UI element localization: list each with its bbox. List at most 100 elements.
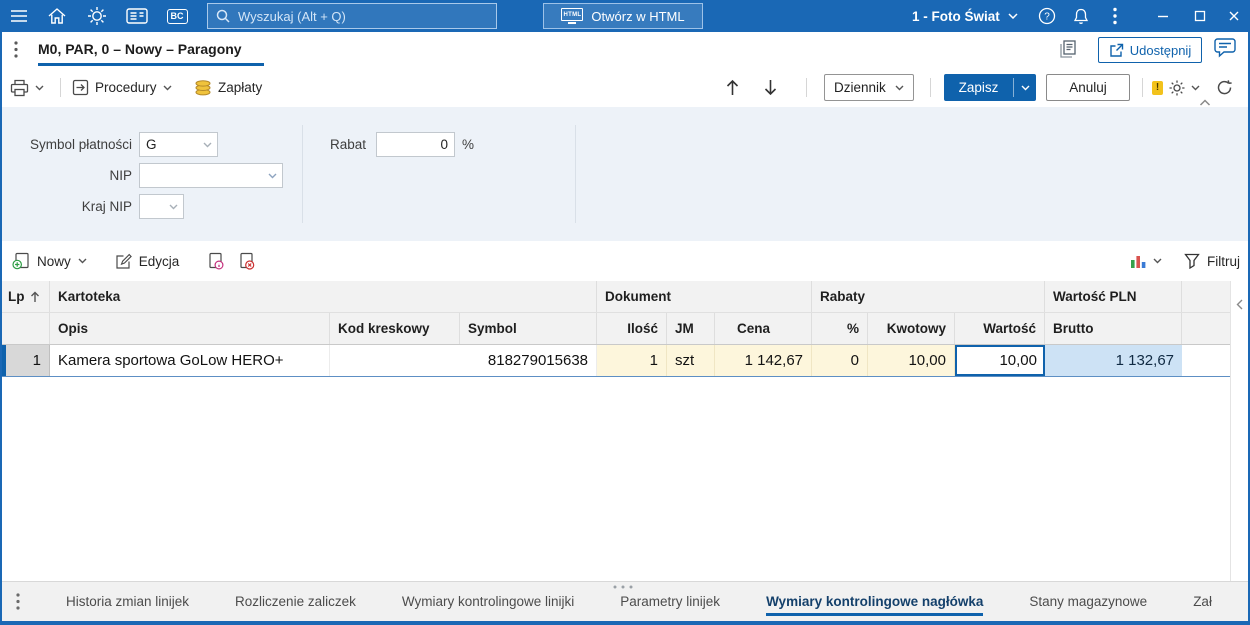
maximize-button[interactable]: [1185, 0, 1215, 32]
column-header-jm[interactable]: JM: [667, 313, 715, 344]
nip-select[interactable]: [139, 163, 283, 188]
document-list-icon: [1060, 40, 1076, 58]
tabbar-menu-button[interactable]: [16, 593, 20, 610]
edit-line-button[interactable]: Edycja: [115, 253, 179, 270]
delete-icon: [240, 252, 255, 270]
cell-cena[interactable]: 1 142,67: [715, 345, 812, 376]
symbol-platnosci-select[interactable]: G: [139, 132, 218, 157]
cell-opis[interactable]: Kamera sportowa GoLow HERO+: [50, 345, 330, 376]
home-button[interactable]: [40, 0, 74, 32]
tab-wymiary-kontrolingowe-linijki[interactable]: Wymiary kontrolingowe linijki: [402, 582, 574, 621]
cell-rabat-kwotowy[interactable]: 10,00: [868, 345, 955, 376]
move-up-button[interactable]: [726, 68, 739, 107]
move-down-button[interactable]: [764, 68, 777, 107]
procedures-menu-button[interactable]: Procedury: [72, 68, 172, 107]
page-header: M0, PAR, 0 – Nowy – Paragony Udostępnij: [2, 32, 1248, 68]
minimize-button[interactable]: [1148, 0, 1178, 32]
print-button[interactable]: [10, 68, 44, 107]
column-header-wartosc[interactable]: Wartość: [955, 313, 1045, 344]
action-toolbar: Procedury Zapłaty Dziennik Zapisz Anuluj…: [2, 68, 1248, 107]
column-group-dokument[interactable]: Dokument: [597, 281, 812, 312]
window-border-left: [0, 32, 2, 625]
search-input[interactable]: [238, 8, 468, 24]
page-menu-button[interactable]: [14, 41, 18, 58]
column-header-procent[interactable]: %: [812, 313, 868, 344]
refresh-button[interactable]: [1216, 68, 1233, 107]
filter-button[interactable]: Filtruj: [1184, 253, 1240, 269]
tab-historia-zmian-linijek[interactable]: Historia zmian linijek: [66, 582, 189, 621]
cell-ilosc[interactable]: 1: [597, 345, 667, 376]
column-header-ilosc[interactable]: Ilość: [597, 313, 667, 344]
group-header-filler: [1182, 281, 1230, 312]
kraj-nip-select[interactable]: [139, 194, 184, 219]
tab-stany-magazynowe[interactable]: Stany magazynowe: [1029, 582, 1147, 621]
form-divider: [575, 125, 576, 223]
warning-badge: !: [1152, 80, 1163, 95]
new-line-button[interactable]: Nowy: [12, 252, 87, 270]
cancel-button[interactable]: Anuluj: [1046, 74, 1130, 101]
form-divider: [302, 125, 303, 223]
close-button[interactable]: [1219, 0, 1249, 32]
save-button[interactable]: Zapisz: [944, 74, 1036, 101]
column-header-brutto[interactable]: Brutto: [1045, 313, 1182, 344]
page-list-button[interactable]: [1058, 40, 1078, 58]
side-pane-splitter[interactable]: [1230, 281, 1248, 581]
tab-parametry-linijek[interactable]: Parametry linijek: [620, 582, 720, 621]
column-header-kwotowy[interactable]: Kwotowy: [868, 313, 955, 344]
journal-select[interactable]: Dziennik: [824, 74, 914, 101]
header-form: Symbol płatności G Rabat % NIP Kraj NIP: [2, 107, 1248, 241]
notifications-button[interactable]: [1064, 0, 1098, 32]
line-card-button[interactable]: [207, 252, 224, 270]
app-window: BC HTML Otwórz w HTML 1 - Foto Świat ?: [0, 0, 1250, 625]
chevron-down-icon: [163, 85, 172, 90]
more-options-button[interactable]: [1098, 0, 1132, 32]
chart-view-button[interactable]: [1130, 253, 1162, 269]
column-group-rabaty[interactable]: Rabaty: [812, 281, 1045, 312]
settings-menu-button[interactable]: !: [1152, 68, 1200, 107]
cell-kod-kreskowy[interactable]: 818279015638: [330, 345, 597, 376]
collapse-header-button[interactable]: [1196, 96, 1214, 108]
column-group-lp[interactable]: Lp: [2, 281, 50, 312]
html-icon: HTML: [561, 8, 584, 24]
chevron-down-icon: [1021, 85, 1029, 90]
company-switcher[interactable]: 1 - Foto Świat: [912, 0, 1018, 32]
tab-rozliczenie-zaliczek[interactable]: Rozliczenie zaliczek: [235, 582, 356, 621]
delete-line-button[interactable]: [238, 252, 255, 270]
cell-wartosc-focused[interactable]: 10,00: [955, 345, 1045, 376]
cell-rabat-procent[interactable]: 0: [812, 345, 868, 376]
table-group-header-row: Lp Kartoteka Dokument Rabaty Wartość PLN: [2, 281, 1230, 313]
share-button[interactable]: Udostępnij: [1098, 37, 1202, 63]
cell-jm[interactable]: szt: [667, 345, 715, 376]
column-header-cena[interactable]: Cena: [715, 313, 812, 344]
tab-zalaczniki[interactable]: Zał: [1193, 582, 1212, 621]
column-group-kartoteka[interactable]: Kartoteka: [50, 281, 597, 312]
save-dropdown-button[interactable]: [1014, 74, 1036, 101]
rabat-input[interactable]: [376, 132, 455, 157]
kraj-nip-label: Kraj NIP: [81, 199, 132, 214]
toolbar-separator: [930, 78, 931, 97]
hamburger-icon: [11, 10, 27, 22]
global-search[interactable]: [207, 3, 497, 29]
table-header-row: Opis Kod kreskowy Symbol Ilość JM Cena %…: [2, 313, 1230, 345]
cell-lp[interactable]: 1: [6, 345, 50, 376]
role-center-button[interactable]: [80, 0, 114, 32]
payments-button[interactable]: Zapłaty: [194, 68, 262, 107]
tab-wymiary-kontrolingowe-naglowka[interactable]: Wymiary kontrolingowe nagłówka: [766, 582, 984, 621]
column-group-wartosc-pln[interactable]: Wartość PLN: [1045, 281, 1182, 312]
column-header-symbol[interactable]: Symbol: [460, 313, 597, 344]
header-filler: [1182, 313, 1230, 344]
open-in-html-button[interactable]: HTML Otwórz w HTML: [543, 3, 703, 29]
top-app-bar: BC HTML Otwórz w HTML 1 - Foto Świat ?: [0, 0, 1250, 32]
arrow-down-icon: [764, 80, 777, 96]
gear-icon: [1169, 80, 1185, 95]
hamburger-menu-button[interactable]: [2, 0, 36, 32]
workspace-button[interactable]: [120, 0, 154, 32]
column-header-opis[interactable]: Opis: [50, 313, 330, 344]
feedback-button[interactable]: [1214, 38, 1236, 58]
bc-badge-button[interactable]: BC: [160, 0, 194, 32]
table-row[interactable]: 1 Kamera sportowa GoLow HERO+ 8182790156…: [2, 345, 1230, 377]
company-name: 1 - Foto Świat: [912, 8, 1000, 24]
cell-brutto[interactable]: 1 132,67: [1045, 345, 1182, 376]
help-button[interactable]: ?: [1030, 0, 1064, 32]
column-header-kod-kreskowy[interactable]: Kod kreskowy: [330, 313, 460, 344]
